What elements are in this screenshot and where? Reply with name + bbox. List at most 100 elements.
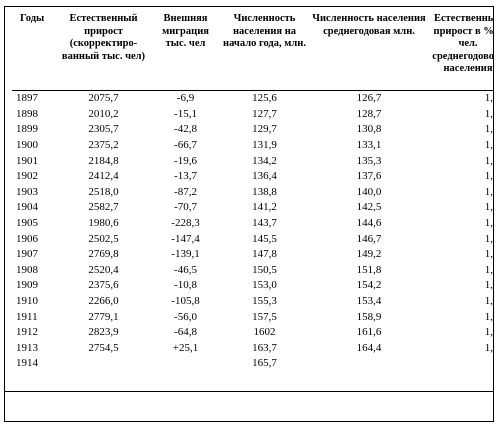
cell-migration: -105,8 [171,295,200,308]
population-table: Годы Естественный прирост (скорректиро-в… [12,11,493,372]
cell-natural-growth: 2582,7 [88,201,119,214]
cell-population-average: 154,2 [356,279,382,292]
cell-year: 1899 [16,123,38,136]
cell-migration: -56,0 [174,310,197,323]
cell-migration: -13,7 [174,170,197,183]
table-row: 1912 2823,9 -64,8 1602 161,6 1,75 [12,325,493,341]
cell-migration: -42,8 [174,123,197,136]
table-row: 1904 2582,7 -70,7 141,2 142,5 1,81 [12,200,493,216]
cell-year: 1902 [16,170,38,183]
cell-natural-growth: 2075,7 [88,92,119,105]
cell-population-average: 158,9 [356,310,382,323]
cell-year: 1908 [16,263,38,276]
cell-population-start: 153,0 [252,279,277,292]
cell-year: 1900 [16,139,38,152]
table-row: 1913 2754,5 +25,1 163,7 164,4 1,68 [12,341,493,357]
table-body: 1897 2075,7 -6,9 125,6 126,7 1,79 1898 2010,2 -1… [12,91,493,372]
cell-population-start: 145,5 [252,232,277,245]
cell-growth-percent: 1,86 [484,248,493,261]
cell-natural-growth [55,356,152,372]
cell-population-average: 144,6 [356,217,382,230]
cell-migration: -228,3 [171,217,200,230]
cell-population-start: 129,7 [252,123,277,136]
cell-year: 1909 [16,279,38,292]
cell-population-start: 131,9 [252,139,277,152]
cell-population-start: 1602 [253,326,276,339]
cell-population-average: 140,0 [356,185,382,198]
cell-migration: -87,2 [174,185,197,198]
cell-population-average: 146,7 [356,232,382,245]
cell-population-average: 128,7 [356,107,382,120]
cell-population-start: 125,6 [252,92,277,105]
cell-population-average: 151,8 [356,263,382,276]
cell-growth-percent: 1,81 [484,201,493,214]
table-row: 1914 165,7 [12,356,493,372]
cell-year: 1903 [16,185,38,198]
cell-population-start: 155,3 [252,295,277,308]
cell-growth-percent: 1,56 [484,107,493,120]
cell-natural-growth: 2754,5 [88,341,119,354]
cell-natural-growth: 2779,1 [88,310,119,323]
cell-migration: -15,1 [174,107,197,120]
cell-population-start: 147,8 [252,248,277,261]
cell-population-start: 127,7 [252,107,277,120]
cell-migration: -147,4 [171,232,200,245]
cell-migration: +25,1 [172,341,199,354]
table-row: 1907 2769,8 -139,1 147,8 149,2 1,86 [12,247,493,263]
cell-migration: -19,6 [174,154,197,167]
cell-growth-percent: 1,80 [484,185,493,198]
header-population-start: Численность населения на начало года, мл… [219,11,310,91]
cell-year: 1905 [16,217,38,230]
cell-growth-percent: 1,61 [484,154,493,167]
cell-natural-growth: 1980,6 [88,217,119,230]
cell-year: 1914 [16,357,38,370]
cell-growth-percent: 1,75 [484,326,493,339]
cell-natural-growth: 2375,2 [88,139,119,152]
cell-migration: -70,7 [174,201,197,214]
cell-growth-percent: 1,66 [484,263,493,276]
table-row: 1906 2502,5 -147,4 145,5 146,7 1,71 [12,231,493,247]
cell-population-average: 161,6 [356,326,382,339]
table-row: 1905 1980,6 -228,3 143,7 144,6 1,37 [12,216,493,232]
cell-year: 1898 [16,107,38,120]
cell-growth-percent: 1,44 [484,295,493,308]
table-frame: Годы Естественный прирост (скорректиро-в… [4,6,494,422]
cell-population-start: 163,7 [252,341,277,354]
cell-growth-percent: 1,37 [484,217,493,230]
cell-population-average: 164,4 [356,341,382,354]
cell-migration: -66,7 [174,139,197,152]
cell-growth-percent: 1,71 [484,232,493,245]
table-row: 1897 2075,7 -6,9 125,6 126,7 1,79 [12,91,493,107]
cell-population-average: 135,3 [356,154,382,167]
cell-population-average: 153,4 [356,295,382,308]
cell-migration: -10,8 [174,279,197,292]
cell-migration: -46,5 [174,263,197,276]
cell-growth-percent: 1,78 [484,139,493,152]
cell-natural-growth: 2266,0 [88,295,119,308]
cell-migration: -6,9 [176,92,195,105]
cell-growth-percent: 1,68 [484,341,493,354]
cell-migration: -139,1 [171,248,200,261]
cell-population-average [310,356,428,372]
cell-population-average: 126,7 [356,92,382,105]
cell-year: 1897 [16,92,38,105]
cell-growth-percent [428,356,493,372]
header-natural-growth: Естественный прирост (скорректиро-ванный… [55,11,152,91]
table-row: 1910 2266,0 -105,8 155,3 153,4 1,44 [12,294,493,310]
header-population-average: Численность населения среднегодовая млн. [310,11,428,91]
table-row: 1899 2305,7 -42,8 129,7 130,8 1,76 [12,122,493,138]
cell-population-average: 149,2 [356,248,382,261]
cell-year: 1912 [16,326,38,339]
cell-year: 1910 [16,295,38,308]
header-growth-percent: Естественный прирост в % к чел. среднего… [428,11,493,91]
cell-natural-growth: 2305,7 [88,123,119,136]
cell-growth-percent: 1,54 [484,279,493,292]
cell-migration: -64,8 [174,326,197,339]
cell-natural-growth: 2502,5 [88,232,119,245]
cell-year: 1907 [16,248,38,261]
cell-population-start: 136,4 [252,170,277,183]
cell-natural-growth: 2412,4 [88,170,119,183]
table-row: 1903 2518,0 -87,2 138,8 140,0 1,80 [12,185,493,201]
cell-migration [152,356,219,372]
table-row: 1902 2412,4 -13,7 136,4 137,6 1,75 [12,169,493,185]
